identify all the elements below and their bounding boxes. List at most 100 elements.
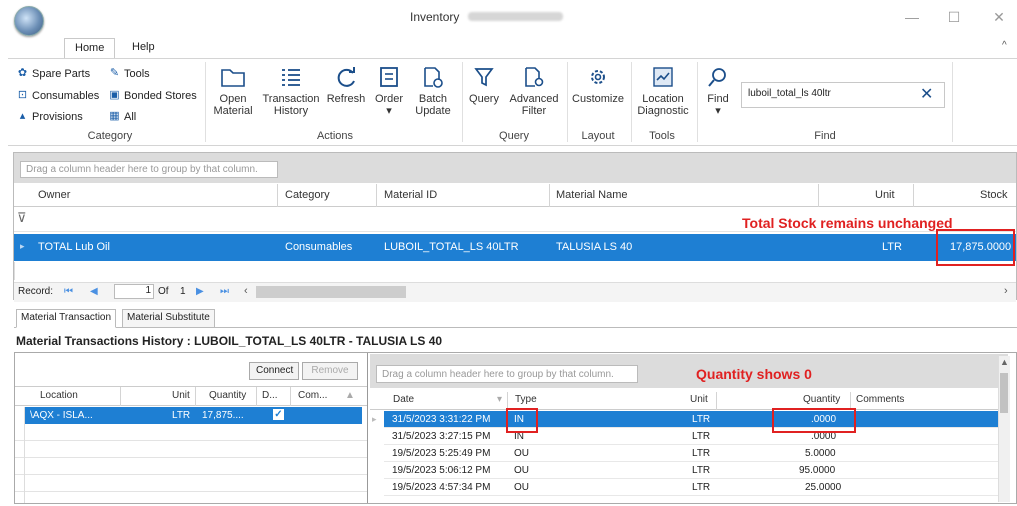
cell-date: 31/5/2023 3:31:22 PM (392, 414, 491, 425)
minimize-button[interactable]: — (898, 8, 926, 26)
app-logo-icon[interactable] (14, 6, 44, 36)
customize-button[interactable]: Customize (570, 64, 626, 105)
cell-date: 19/5/2023 5:06:12 PM (392, 465, 491, 476)
cell-material-id: LUBOIL_TOTAL_LS 40LTR (384, 241, 519, 253)
row-indicator-icon: ▸ (20, 241, 25, 251)
sort-icon: ▲ (345, 390, 355, 401)
column-header-d[interactable]: D... (262, 390, 278, 401)
scroll-left-icon[interactable]: ‹ (244, 285, 248, 297)
clear-icon[interactable]: ✕ (920, 84, 933, 104)
horizontal-scrollbar[interactable] (256, 286, 406, 298)
list-item (15, 475, 367, 492)
divider (716, 392, 717, 410)
bonded-stores-button[interactable]: ▣ Bonded Stores (108, 89, 196, 102)
next-record-button[interactable]: ▶ (196, 286, 204, 297)
order-button[interactable]: Order ▾ (372, 64, 406, 117)
first-record-button[interactable]: ⏮ (64, 286, 73, 297)
cell-location: \AQX - ISLA... (30, 410, 93, 421)
column-header-comments[interactable]: Comments (856, 394, 904, 405)
tools-group-label: Tools (649, 130, 675, 142)
record-of: Of (158, 286, 169, 297)
column-header-type[interactable]: Type (515, 394, 537, 405)
find-button[interactable]: Find ▾ (702, 64, 734, 117)
remove-button[interactable]: Remove (302, 362, 358, 380)
scrollbar-thumb[interactable] (1000, 373, 1008, 413)
column-header-material-name[interactable]: Material Name (556, 184, 628, 207)
provisions-icon: ▴ (19, 110, 26, 122)
tab-home[interactable]: Home (64, 38, 116, 58)
cell-quantity: 25.0000 (805, 482, 842, 493)
batch-update-icon (412, 64, 454, 90)
column-header-quantity[interactable]: Quantity (803, 394, 840, 405)
query-group-label: Query (499, 130, 529, 142)
divider (567, 62, 568, 142)
cell-category: Consumables (285, 241, 353, 253)
scroll-up-icon[interactable]: ▲ (1000, 357, 1009, 367)
column-header-date[interactable]: Date (393, 394, 414, 405)
last-record-button[interactable]: ⏭ (220, 286, 229, 297)
cell-unit: LTR (692, 448, 711, 459)
divider (549, 184, 550, 207)
record-position[interactable]: 1 (114, 284, 154, 299)
sort-icon: ▾ (497, 394, 503, 405)
tab-material-substitute[interactable]: Material Substitute (122, 309, 215, 328)
advanced-filter-icon (506, 64, 562, 90)
connect-button[interactable]: Connect (249, 362, 299, 380)
consumables-icon: ⊡ (17, 89, 28, 101)
cell-date: 31/5/2023 3:27:15 PM (392, 431, 491, 442)
all-button[interactable]: ▦ All (108, 110, 136, 123)
query-button[interactable]: Query (466, 64, 502, 105)
tab-help[interactable]: Help (122, 38, 165, 58)
filter-icon[interactable]: ⊽ (17, 210, 27, 226)
transaction-history-button[interactable]: Transaction History (260, 64, 322, 117)
group-by-hint[interactable]: Drag a column header here to group by th… (20, 161, 278, 178)
refresh-icon (325, 64, 367, 90)
refresh-button[interactable]: Refresh (325, 64, 367, 105)
column-header-unit[interactable]: Unit (875, 184, 895, 207)
divider (462, 62, 463, 142)
column-header-comments[interactable]: Com... (298, 390, 327, 401)
column-header-unit[interactable]: Unit (172, 390, 190, 401)
cell-quantity: 17,875.... (202, 410, 244, 421)
maximize-button[interactable]: ☐ (940, 8, 968, 26)
default-checkbox[interactable]: ✓ (273, 409, 284, 420)
divider (24, 407, 25, 503)
list-icon (260, 64, 322, 90)
column-header-owner[interactable]: Owner (38, 184, 71, 207)
scroll-right-icon[interactable]: › (1004, 285, 1008, 297)
column-header-quantity[interactable]: Quantity (209, 390, 246, 401)
consumables-button[interactable]: ⊡ Consumables (16, 89, 99, 102)
column-header-stock[interactable]: Stock (980, 184, 1008, 207)
tools-button[interactable]: ✎ Tools (108, 67, 150, 80)
transactions-title: Material Transactions History : LUBOIL_T… (16, 334, 443, 348)
cell-type: OU (514, 482, 529, 493)
divider (697, 62, 698, 142)
advanced-filter-button[interactable]: Advanced Filter (506, 64, 562, 117)
column-header-material-id[interactable]: Material ID (384, 184, 438, 207)
window-title: Inventory (410, 10, 460, 24)
location-diagnostic-button[interactable]: Location Diagnostic (635, 64, 691, 117)
tab-material-transaction[interactable]: Material Transaction (16, 309, 117, 328)
find-input[interactable]: luboil_total_ls 40ltr (741, 82, 945, 108)
provisions-button[interactable]: ▴ Provisions (16, 110, 83, 123)
grid-header-row (14, 184, 1016, 207)
close-button[interactable]: ✕ (985, 8, 1013, 26)
divider (205, 62, 206, 142)
group-by-hint[interactable]: Drag a column header here to group by th… (376, 365, 638, 383)
find-group-label: Find (814, 130, 836, 142)
spare-parts-button[interactable]: ✿ Spare Parts (16, 67, 90, 80)
cell-unit: LTR (692, 431, 711, 442)
column-header-unit[interactable]: Unit (690, 394, 708, 405)
open-material-button[interactable]: Open Material (210, 64, 256, 117)
highlight-box (772, 408, 856, 433)
column-header-location[interactable]: Location (40, 390, 78, 401)
highlight-box (506, 408, 538, 433)
divider (376, 184, 377, 207)
ribbon-collapse-button[interactable]: ^ (1002, 40, 1007, 51)
spare-parts-icon: ✿ (17, 67, 28, 79)
batch-update-button[interactable]: Batch Update (412, 64, 454, 117)
previous-record-button[interactable]: ◀ (90, 286, 98, 297)
chevron-down-icon: ▾ (386, 105, 392, 117)
column-header-category[interactable]: Category (285, 184, 330, 207)
order-icon (372, 64, 406, 90)
